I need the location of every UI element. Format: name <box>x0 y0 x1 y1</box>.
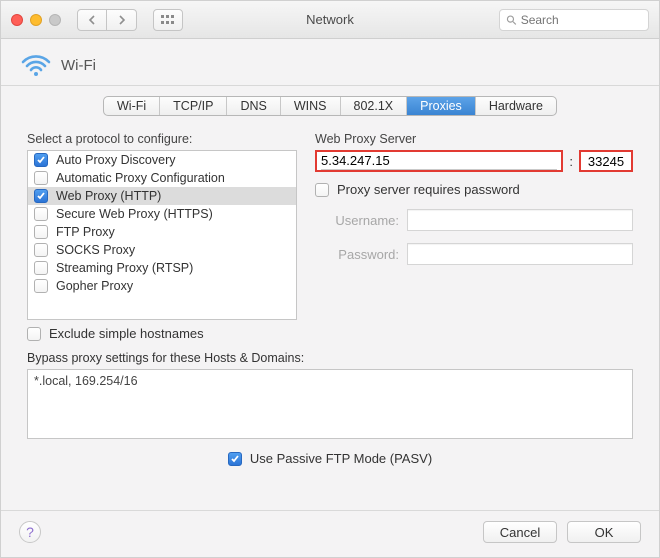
protocol-column: Select a protocol to configure: Auto Pro… <box>27 132 297 341</box>
username-input[interactable] <box>407 209 633 231</box>
protocol-row[interactable]: SOCKS Proxy <box>28 241 296 259</box>
protocol-label: Select a protocol to configure: <box>27 132 297 146</box>
protocol-checkbox[interactable] <box>34 243 48 257</box>
protocol-checkbox[interactable] <box>34 261 48 275</box>
chevron-right-icon <box>118 15 126 25</box>
chevron-left-icon <box>88 15 96 25</box>
protocol-checkbox[interactable] <box>34 189 48 203</box>
protocol-checkbox[interactable] <box>34 153 48 167</box>
proxy-config-column: Web Proxy Server : Proxy server requires… <box>315 132 633 341</box>
proxy-host-input[interactable] <box>321 153 557 170</box>
protocol-row[interactable]: Streaming Proxy (RTSP) <box>28 259 296 277</box>
protocol-label: SOCKS Proxy <box>56 243 135 257</box>
tab-tcp-ip[interactable]: TCP/IP <box>160 97 227 115</box>
show-all-button[interactable] <box>153 9 183 31</box>
close-window-icon[interactable] <box>11 14 23 26</box>
footer: ? Cancel OK <box>1 510 659 557</box>
cancel-button[interactable]: Cancel <box>483 521 557 543</box>
exclude-hostnames-checkbox[interactable] <box>27 327 41 341</box>
passive-ftp-checkbox[interactable] <box>228 452 242 466</box>
zoom-window-icon[interactable] <box>49 14 61 26</box>
ok-button[interactable]: OK <box>567 521 641 543</box>
search-icon <box>506 14 517 26</box>
protocol-label: Automatic Proxy Configuration <box>56 171 225 185</box>
wifi-icon <box>21 53 51 77</box>
forward-button[interactable] <box>107 9 137 31</box>
bypass-textarea[interactable]: *.local, 169.254/16 <box>27 369 633 439</box>
interface-header: Wi-Fi <box>1 39 659 86</box>
help-icon: ? <box>26 524 34 540</box>
requires-password-label: Proxy server requires password <box>337 182 520 197</box>
protocol-listbox[interactable]: Auto Proxy Discovery Automatic Proxy Conf… <box>27 150 297 320</box>
protocol-label: Web Proxy (HTTP) <box>56 189 161 203</box>
tab-hardware[interactable]: Hardware <box>476 97 556 115</box>
protocol-checkbox[interactable] <box>34 171 48 185</box>
minimize-window-icon[interactable] <box>30 14 42 26</box>
tab-proxies[interactable]: Proxies <box>407 97 476 115</box>
tab-wi-fi[interactable]: Wi-Fi <box>104 97 160 115</box>
protocol-row[interactable]: Auto Proxy Discovery <box>28 151 296 169</box>
protocol-label: Secure Web Proxy (HTTPS) <box>56 207 213 221</box>
protocol-row[interactable]: Automatic Proxy Configuration <box>28 169 296 187</box>
tab-802-1x[interactable]: 802.1X <box>341 97 408 115</box>
back-button[interactable] <box>77 9 107 31</box>
proxy-host-container <box>315 150 563 172</box>
nav-buttons <box>77 9 137 31</box>
grid-icon <box>161 15 175 25</box>
protocol-checkbox[interactable] <box>34 279 48 293</box>
username-label: Username: <box>315 213 399 228</box>
traffic-lights <box>11 14 61 26</box>
password-label: Password: <box>315 247 399 262</box>
tab-bar: Wi-FiTCP/IPDNSWINS802.1XProxiesHardware <box>1 86 659 120</box>
bypass-label: Bypass proxy settings for these Hosts & … <box>27 351 633 365</box>
passive-ftp-label: Use Passive FTP Mode (PASV) <box>250 451 432 466</box>
password-input[interactable] <box>407 243 633 265</box>
network-prefs-window: Network Wi-Fi Wi-FiTCP/IPDNSWINS802.1XPr… <box>0 0 660 558</box>
interface-name: Wi-Fi <box>61 57 96 74</box>
protocol-label: FTP Proxy <box>56 225 115 239</box>
search-input[interactable] <box>521 13 642 27</box>
protocol-label: Auto Proxy Discovery <box>56 153 175 167</box>
proxy-port-container <box>579 150 633 172</box>
protocol-label: Streaming Proxy (RTSP) <box>56 261 193 275</box>
requires-password-checkbox[interactable] <box>315 183 329 197</box>
protocol-row[interactable]: Gopher Proxy <box>28 277 296 295</box>
protocol-checkbox[interactable] <box>34 207 48 221</box>
host-port-separator: : <box>569 154 573 169</box>
titlebar: Network <box>1 1 659 39</box>
prefs-body: Select a protocol to configure: Auto Pro… <box>1 120 659 498</box>
protocol-label: Gopher Proxy <box>56 279 133 293</box>
tab-dns[interactable]: DNS <box>227 97 280 115</box>
help-button[interactable]: ? <box>19 521 41 543</box>
protocol-row[interactable]: FTP Proxy <box>28 223 296 241</box>
protocol-row[interactable]: Web Proxy (HTTP) <box>28 187 296 205</box>
proxy-port-input[interactable] <box>581 154 631 169</box>
protocol-row[interactable]: Secure Web Proxy (HTTPS) <box>28 205 296 223</box>
exclude-hostnames-label: Exclude simple hostnames <box>49 326 204 341</box>
protocol-checkbox[interactable] <box>34 225 48 239</box>
tab-wins[interactable]: WINS <box>281 97 341 115</box>
search-field[interactable] <box>499 9 649 31</box>
proxy-server-title: Web Proxy Server <box>315 132 633 146</box>
